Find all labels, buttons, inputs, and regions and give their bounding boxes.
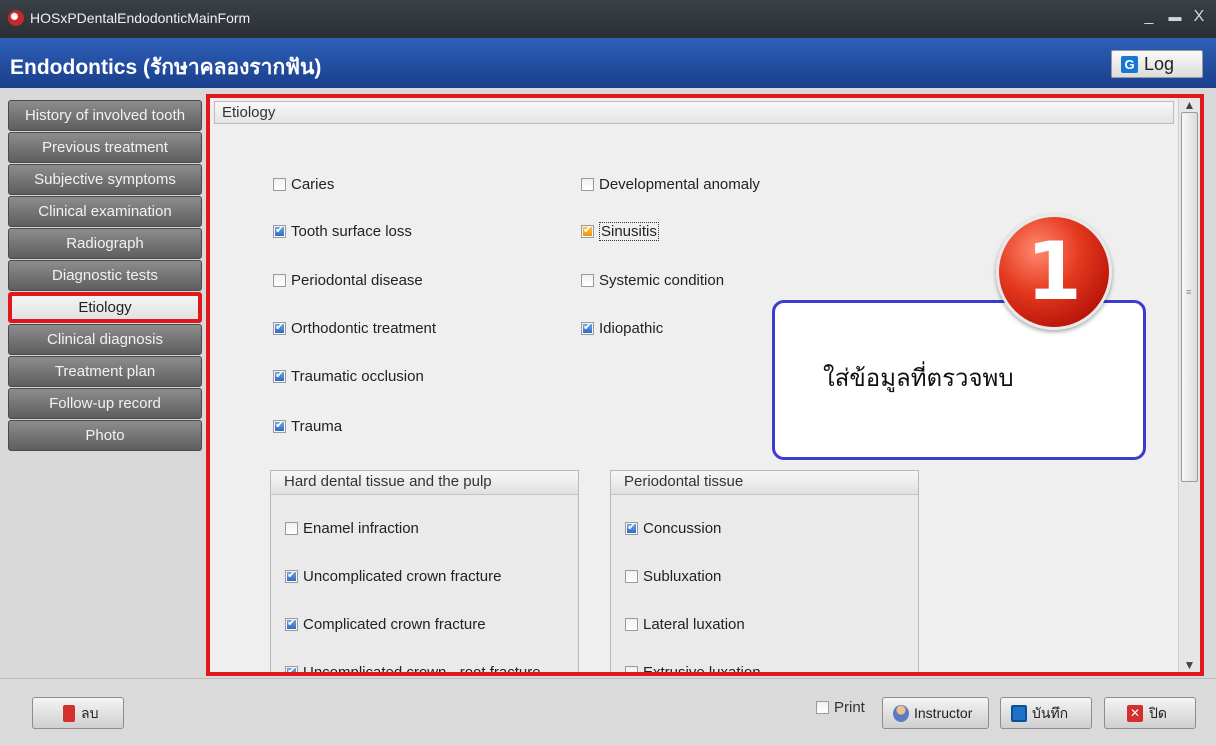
scrollbar-thumb[interactable]: ≡ [1181,112,1198,482]
save-button-label: บันทึก [1032,705,1069,721]
sidebar-item-previous-treatment[interactable]: Previous treatment [8,132,202,163]
trash-icon [63,705,75,722]
sidebar-item-radiograph[interactable]: Radiograph [8,228,202,259]
group-title: Hard dental tissue and the pulp [271,471,578,495]
print-checkbox[interactable]: Print [816,699,865,716]
checkbox-box [581,223,594,238]
checkbox-box [273,320,286,335]
lateral-luxation-checkbox[interactable]: Lateral luxation [625,616,745,633]
module-title: Endodontics (รักษาคลองรากฟัน) [10,56,322,79]
app-icon [8,10,24,26]
checkbox-box [625,570,638,583]
checkbox-box [581,274,594,287]
log-button[interactable]: G Log [1111,50,1203,78]
checkbox-box [273,418,286,433]
checkbox-box [285,664,298,672]
delete-button[interactable]: ลบ [32,697,124,729]
footer-bar: ลบ Print Instructor บันทึก ✕ ปิด [0,678,1216,745]
trauma-checkbox[interactable]: Trauma [273,418,342,435]
sidebar-item-clinical-diagnosis[interactable]: Clinical diagnosis [8,324,202,355]
sidebar-item-subjective-symptoms[interactable]: Subjective symptoms [8,164,202,195]
close-button[interactable]: ✕ ปิด [1104,697,1196,729]
group-title: Periodontal tissue [611,471,918,495]
module-header: Endodontics (รักษาคลองรากฟัน) G Log [0,38,1216,88]
close-button-label: ปิด [1149,705,1167,721]
extrusive-luxation-checkbox[interactable]: Extrusive luxation [625,664,761,672]
checkbox-box [625,520,638,535]
panel-title: Etiology [214,101,1174,124]
checkbox-box [625,618,638,631]
etiology-panel: Etiology Caries Tooth surface loss Perio… [206,94,1204,676]
close-icon: ✕ [1127,705,1143,722]
checkbox-box [285,522,298,535]
checkbox-box [285,568,298,583]
systemic-condition-checkbox[interactable]: Systemic condition [581,272,724,289]
subluxation-checkbox[interactable]: Subluxation [625,568,721,585]
tooth-surface-loss-checkbox[interactable]: Tooth surface loss [273,223,412,240]
uncomplicated-crown-fracture-checkbox[interactable]: Uncomplicated crown fracture [285,568,501,585]
grip-icon: ≡ [1186,287,1192,297]
delete-button-label: ลบ [81,705,99,721]
maximize-button[interactable]: ▬ [1166,8,1184,26]
sinusitis-checkbox[interactable]: Sinusitis [581,222,659,241]
instructor-button-label: Instructor [914,705,973,721]
developmental-anomaly-checkbox[interactable]: Developmental anomaly [581,176,760,193]
section-sidebar: History of involved tooth Previous treat… [8,100,202,452]
periodontal-disease-checkbox[interactable]: Periodontal disease [273,272,423,289]
checkbox-box [581,178,594,191]
content-area: History of involved tooth Previous treat… [0,88,1216,678]
log-button-label: Log [1144,54,1175,74]
user-icon [893,705,909,722]
checkbox-box [273,178,286,191]
orthodontic-treatment-checkbox[interactable]: Orthodontic treatment [273,320,436,337]
checkbox-box [273,368,286,383]
sidebar-item-treatment-plan[interactable]: Treatment plan [8,356,202,387]
complicated-crown-fracture-checkbox[interactable]: Complicated crown fracture [285,616,486,633]
log-icon: G [1121,56,1138,73]
checkbox-box [625,666,638,672]
sidebar-item-diagnostic-tests[interactable]: Diagnostic tests [8,260,202,291]
sidebar-item-etiology[interactable]: Etiology [8,292,202,323]
caries-checkbox[interactable]: Caries [273,176,334,193]
checkbox-box [581,320,594,335]
close-window-button[interactable]: X [1190,8,1208,26]
sidebar-item-clinical-examination[interactable]: Clinical examination [8,196,202,227]
checkbox-box [273,223,286,238]
scroll-up-icon[interactable]: ▲ [1179,98,1200,112]
step-number: 1 [1026,225,1082,318]
window-title: HOSxPDentalEndodonticMainForm [30,10,251,26]
vertical-scrollbar[interactable]: ▲ ≡ ▼ [1178,98,1200,672]
traumatic-occlusion-checkbox[interactable]: Traumatic occlusion [273,368,424,385]
save-button[interactable]: บันทึก [1000,697,1092,729]
sidebar-item-photo[interactable]: Photo [8,420,202,451]
window-titlebar: HOSxPDentalEndodonticMainForm _ ▬ X [0,0,1216,38]
scroll-down-icon[interactable]: ▼ [1179,658,1200,672]
step-number-badge: 1 [996,214,1112,330]
save-disk-icon [1011,705,1027,722]
idiopathic-checkbox[interactable]: Idiopathic [581,320,663,337]
minimize-button[interactable]: _ [1140,8,1158,26]
annotation-callout: ใส่ข้อมูลที่ตรวจพบ [772,300,1146,460]
annotation-text: ใส่ข้อมูลที่ตรวจพบ [823,364,1014,392]
enamel-infraction-checkbox[interactable]: Enamel infraction [285,520,419,537]
checkbox-box [273,274,286,287]
sidebar-item-history-of-involved-tooth[interactable]: History of involved tooth [8,100,202,131]
uncomplicated-crown-root-fracture-checkbox[interactable]: Uncomplicated crown - root fracture [285,664,541,672]
sidebar-item-follow-up-record[interactable]: Follow-up record [8,388,202,419]
checkbox-box [816,701,829,714]
concussion-checkbox[interactable]: Concussion [625,520,721,537]
checkbox-box [285,616,298,631]
instructor-button[interactable]: Instructor [882,697,989,729]
